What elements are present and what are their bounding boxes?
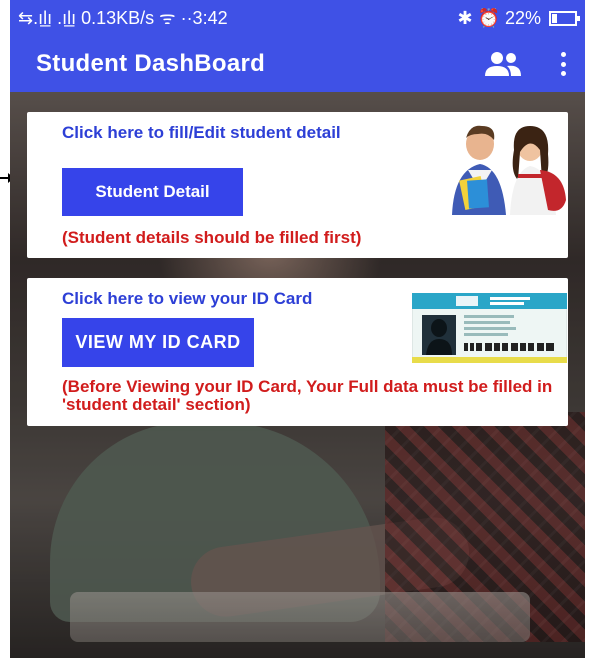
student-detail-card: Click here to fill/Edit student detail S… [27,112,568,258]
view-id-card-button[interactable]: VIEW MY ID CARD [62,318,254,367]
more-vert-icon[interactable] [559,52,567,76]
student-detail-heading: Click here to fill/Edit student detail [62,123,341,142]
id-card-card: Click here to view your ID Card VIEW MY … [27,278,568,426]
status-right-text: ✱ ⏰ 22% [457,7,541,28]
student-detail-note: (Student details should be filled first) [62,228,362,247]
phone-screen: ⇆.ıl̲ı .ıl̲ı 0.13KB/s ᯤ ··3:42 ✱ ⏰ 22% S… [10,0,585,658]
id-card-illustration [412,293,567,363]
app-bar: Student DashBoard [10,36,585,92]
id-card-heading: Click here to view your ID Card [62,289,313,308]
battery-icon [549,10,580,26]
status-bar: ⇆.ıl̲ı .ıl̲ı 0.13KB/s ᯤ ··3:42 ✱ ⏰ 22% [10,0,585,36]
students-illustration [452,125,566,215]
app-title: Student DashBoard [36,50,266,77]
id-card-note: (Before Viewing your ID Card, Your Full … [62,377,553,414]
status-right: ✱ ⏰ 22% [457,7,580,29]
people-icon[interactable] [483,50,523,78]
status-left: ⇆.ıl̲ı .ıl̲ı 0.13KB/s ᯤ ··3:42 [18,8,228,28]
student-detail-button[interactable]: Student Detail [62,168,243,216]
